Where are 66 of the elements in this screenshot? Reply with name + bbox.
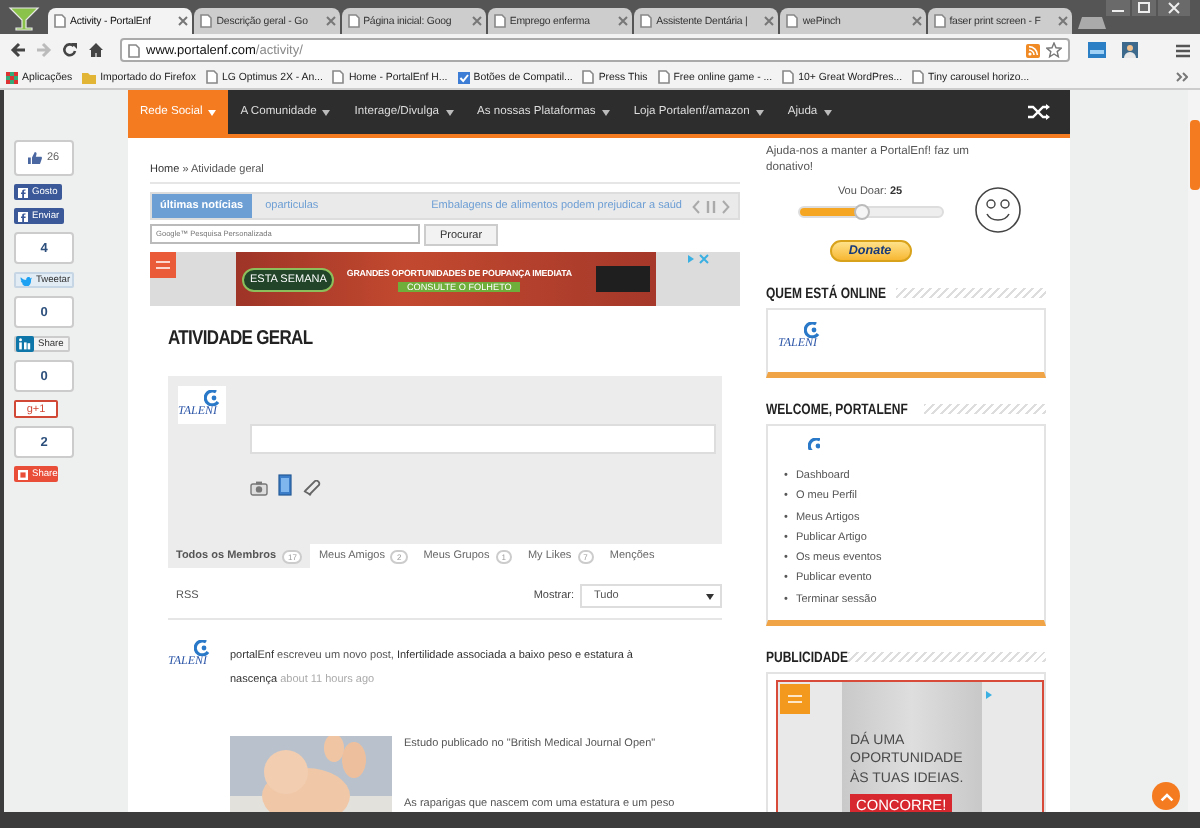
new-tab-button[interactable] — [1077, 16, 1106, 30]
page-icon — [128, 43, 140, 57]
page-icon — [54, 14, 66, 28]
video-icon[interactable] — [278, 474, 292, 496]
page-icon — [640, 14, 653, 28]
swirl-icon — [194, 640, 210, 656]
extension-icon[interactable] — [1122, 42, 1138, 58]
caret-icon — [208, 109, 217, 115]
caret-icon — [823, 109, 832, 115]
star-icon[interactable] — [1046, 42, 1062, 58]
dropdown-icon — [706, 593, 714, 599]
thumbs-up-icon — [28, 152, 43, 164]
caret-icon — [601, 109, 610, 115]
swirl-icon — [204, 390, 220, 406]
bird-icon — [20, 275, 32, 285]
maximize-icon[interactable] — [1132, 0, 1156, 16]
close-icon[interactable] — [471, 16, 482, 26]
facebook-icon — [18, 187, 28, 197]
close-icon[interactable] — [1057, 16, 1068, 26]
page-icon — [200, 14, 213, 28]
caret-icon — [445, 109, 454, 115]
ad-choices-icon[interactable] — [686, 254, 710, 264]
scrollbar-thumb[interactable] — [1190, 120, 1200, 190]
page-title: ATIVIDADE GERAL — [168, 328, 315, 354]
reload-icon[interactable] — [62, 42, 78, 58]
forward-icon[interactable] — [36, 42, 52, 58]
previous-icon[interactable] — [692, 199, 700, 213]
ad-badge-icon — [780, 684, 810, 715]
page-icon — [933, 14, 946, 28]
facebook-icon — [18, 211, 28, 221]
page-icon — [347, 14, 360, 28]
ad-logo — [596, 266, 650, 292]
page-icon — [493, 14, 506, 28]
linkedin-icon — [16, 336, 34, 352]
pause-icon[interactable] — [706, 199, 716, 213]
shuffle-icon[interactable] — [1028, 104, 1050, 120]
ad-badge-icon — [150, 252, 176, 278]
extension-icon[interactable] — [1088, 42, 1106, 58]
page-icon — [786, 14, 799, 28]
back-to-top-button[interactable] — [1152, 782, 1180, 810]
checkbox-icon — [457, 71, 470, 83]
back-icon[interactable] — [10, 42, 26, 58]
minimize-icon[interactable] — [1106, 0, 1130, 16]
chevron-up-icon — [1159, 791, 1173, 801]
close-icon[interactable] — [764, 16, 775, 26]
menu-icon[interactable] — [1176, 43, 1190, 57]
camera-icon[interactable] — [250, 480, 268, 496]
slider-thumb[interactable] — [854, 204, 871, 220]
home-icon[interactable] — [88, 42, 104, 58]
caret-icon — [755, 109, 764, 115]
close-icon[interactable] — [1158, 0, 1190, 16]
more-icon[interactable] — [1176, 72, 1188, 82]
close-icon[interactable] — [178, 16, 189, 26]
close-icon[interactable] — [911, 16, 922, 26]
smiley-icon — [974, 186, 1022, 234]
caret-icon — [322, 109, 331, 115]
swirl-icon — [808, 438, 820, 450]
next-icon[interactable] — [722, 199, 730, 213]
rss-icon[interactable] — [1026, 43, 1040, 57]
paperclip-icon[interactable] — [302, 480, 322, 496]
swirl-icon — [804, 322, 820, 338]
close-icon[interactable] — [325, 16, 336, 26]
apps-icon — [6, 71, 18, 83]
share-icon — [18, 469, 28, 479]
folder-icon — [82, 71, 97, 83]
close-icon[interactable] — [618, 16, 629, 26]
